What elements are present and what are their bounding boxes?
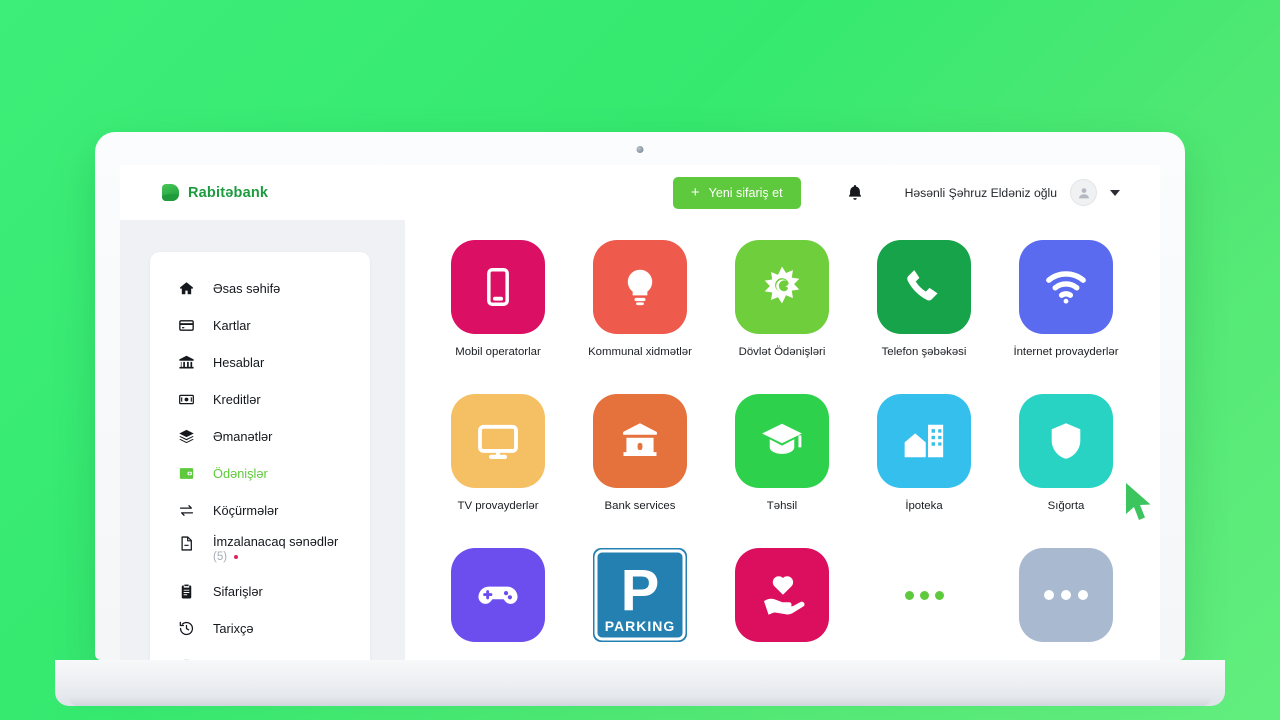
unread-dot-icon: [234, 555, 239, 559]
sidebar-item-imzalanacaq-senedler[interactable]: İmzalanacaq sənədlər (5): [150, 529, 370, 573]
credit-card-icon: [178, 317, 195, 334]
mobile-phone-icon: [451, 240, 545, 334]
more-dots-icon: [904, 548, 944, 642]
bank-icon: [178, 354, 195, 371]
tile-internet-provayderler[interactable]: İnternet provayderlər: [995, 240, 1137, 360]
tile-more-gray[interactable]: [995, 548, 1137, 653]
television-icon: [451, 394, 545, 489]
graduation-cap-icon: [735, 394, 829, 489]
tile-mobil-operatorlar[interactable]: Mobil operatorlar: [427, 240, 569, 360]
tile-more-green-dots[interactable]: [853, 548, 995, 653]
tile-bank-services[interactable]: Bank services: [569, 394, 711, 514]
plus-icon: +: [690, 184, 700, 201]
banknote-icon: [178, 391, 195, 408]
svg-text:PARKING: PARKING: [605, 618, 676, 634]
telephone-icon: [877, 240, 971, 334]
sidebar-item-count-value: (5): [213, 551, 228, 563]
app-body: Əsas səhifə Kartlar Hesablar Kreditlər Ə…: [120, 220, 1160, 660]
chevron-down-icon[interactable]: [1110, 189, 1120, 196]
tile-tehsil[interactable]: Təhsil: [711, 394, 853, 514]
transfer-arrows-icon: [178, 502, 195, 519]
tile-kommunal-xidmetler[interactable]: Kommunal xidmətlər: [569, 240, 711, 360]
sidebar-item-label: Kreditlər: [213, 392, 261, 407]
sidebar-item-label: Əsas səhifə: [213, 281, 281, 296]
tile-label: Telefon şəbəkəsi: [881, 346, 967, 358]
tile-label: Kommunal xidmətlər: [588, 346, 692, 358]
wifi-icon: [1019, 240, 1113, 334]
laptop-base: [55, 660, 1225, 706]
tile-parking[interactable]: P PARKING: [569, 548, 711, 653]
user-avatar[interactable]: [1070, 179, 1097, 206]
app-header: Rabitəbank + Yeni sifariş et Həsənli Şəh…: [120, 165, 1160, 220]
sidebar-item-label: Sifarişlər: [213, 584, 263, 599]
tile-label: Bank services: [604, 500, 676, 513]
home-icon: [178, 280, 195, 297]
trackpad-notch: [592, 697, 688, 704]
rabitabank-logo-icon: [162, 184, 179, 201]
tile-tv-provayderler[interactable]: TV provayderlər: [427, 394, 569, 514]
brand-logo[interactable]: Rabitəbank: [162, 184, 268, 201]
laptop-lid: Rabitəbank + Yeni sifariş et Həsənli Şəh…: [95, 132, 1185, 660]
sidebar-item-odenisler[interactable]: Ödənişlər: [150, 455, 370, 492]
tile-label: TV provayderlər: [457, 500, 539, 513]
payment-icon: [178, 465, 195, 482]
more-dots-icon: [1019, 548, 1113, 643]
sidebar-item-label: Tarixçə: [213, 621, 254, 636]
tile-oyunlar[interactable]: [427, 548, 569, 653]
parking-sign-icon: P PARKING: [593, 548, 687, 643]
sidebar-item-esas-sehife[interactable]: Əsas səhifə: [150, 270, 370, 307]
notification-bell-icon[interactable]: [845, 183, 865, 203]
sidebar-item-kartlar[interactable]: Kartlar: [150, 307, 370, 344]
sidebar-item-partial-hidden[interactable]: [150, 647, 370, 660]
sidebar-item-hesablar[interactable]: Hesablar: [150, 344, 370, 381]
tile-label: İpoteka: [905, 500, 943, 513]
tile-label: İnternet provayderlər: [1013, 346, 1119, 358]
sidebar-panel: Əsas səhifə Kartlar Hesablar Kreditlər Ə…: [120, 220, 405, 660]
clipboard-icon: [178, 583, 195, 600]
house-buildings-icon: [877, 394, 971, 489]
new-order-label: Yeni sifariş et: [708, 185, 783, 200]
tile-label: Təhsil: [766, 500, 798, 513]
sidebar-item-label: Köçürmələr: [213, 503, 279, 518]
sidebar-item-label: İmzalanacaq sənədlər: [213, 534, 339, 549]
services-grid-area: Mobil operatorlar Kommunal xidmətlər Döv…: [405, 220, 1160, 660]
sidebar-card: Əsas səhifə Kartlar Hesablar Kreditlər Ə…: [150, 252, 370, 660]
tiles-grid: Mobil operatorlar Kommunal xidmətlər Döv…: [427, 240, 1160, 653]
sidebar-item-count: (5): [213, 551, 338, 563]
document-icon: [178, 535, 195, 552]
sidebar-item-kocurmeler[interactable]: Köçürmələr: [150, 492, 370, 529]
header-actions: + Yeni sifariş et Həsənli Şəhruz Eldəniz…: [672, 176, 1120, 209]
heart-in-hand-icon: [735, 548, 829, 643]
sidebar-item-sifarisler[interactable]: Sifarişlər: [150, 573, 370, 610]
tile-sigorta[interactable]: Sığorta: [995, 394, 1137, 514]
brand-name: Rabitəbank: [188, 184, 269, 201]
sidebar-item-kreditler[interactable]: Kreditlər: [150, 381, 370, 418]
sidebar-item-tarixce[interactable]: Tarixçə: [150, 610, 370, 647]
sidebar-item-label: Hesablar: [213, 355, 265, 370]
lightbulb-icon: [593, 240, 687, 334]
laptop-screen: Rabitəbank + Yeni sifariş et Həsənli Şəh…: [120, 165, 1160, 660]
sidebar-item-label: Kartlar: [213, 318, 251, 333]
bank-building-icon: [593, 394, 687, 489]
sidebar-item-label: Ödənişlər: [213, 466, 268, 481]
sidebar-item-label: Əmanətlər: [213, 429, 273, 444]
tile-label: Mobil operatorlar: [455, 346, 541, 358]
shield-icon: [1019, 394, 1113, 489]
tile-ipoteka[interactable]: İpoteka: [853, 394, 995, 514]
history-clock-icon: [178, 620, 195, 637]
user-name: Həsənli Şəhruz Eldəniz oğlu: [904, 185, 1057, 200]
tile-label: Dövlət Ödənişləri: [738, 346, 826, 358]
new-order-button[interactable]: + Yeni sifariş et: [672, 176, 801, 209]
tile-telefon-sebekesi[interactable]: Telefon şəbəkəsi: [853, 240, 995, 360]
game-controller-icon: [451, 548, 545, 643]
svg-text:P: P: [621, 558, 660, 623]
laptop-mockup: Rabitəbank + Yeni sifariş et Həsənli Şəh…: [0, 0, 1280, 720]
tile-dovlet-odenisleri[interactable]: Dövlət Ödənişləri: [711, 240, 853, 360]
azerbaijan-emblem-icon: [735, 240, 829, 334]
tile-xeyriyye[interactable]: [711, 548, 853, 653]
tile-label: Sığorta: [1047, 500, 1085, 513]
layers-icon: [178, 428, 195, 445]
sidebar-item-emanetler[interactable]: Əmanətlər: [150, 418, 370, 455]
webcam-icon: [636, 146, 644, 153]
